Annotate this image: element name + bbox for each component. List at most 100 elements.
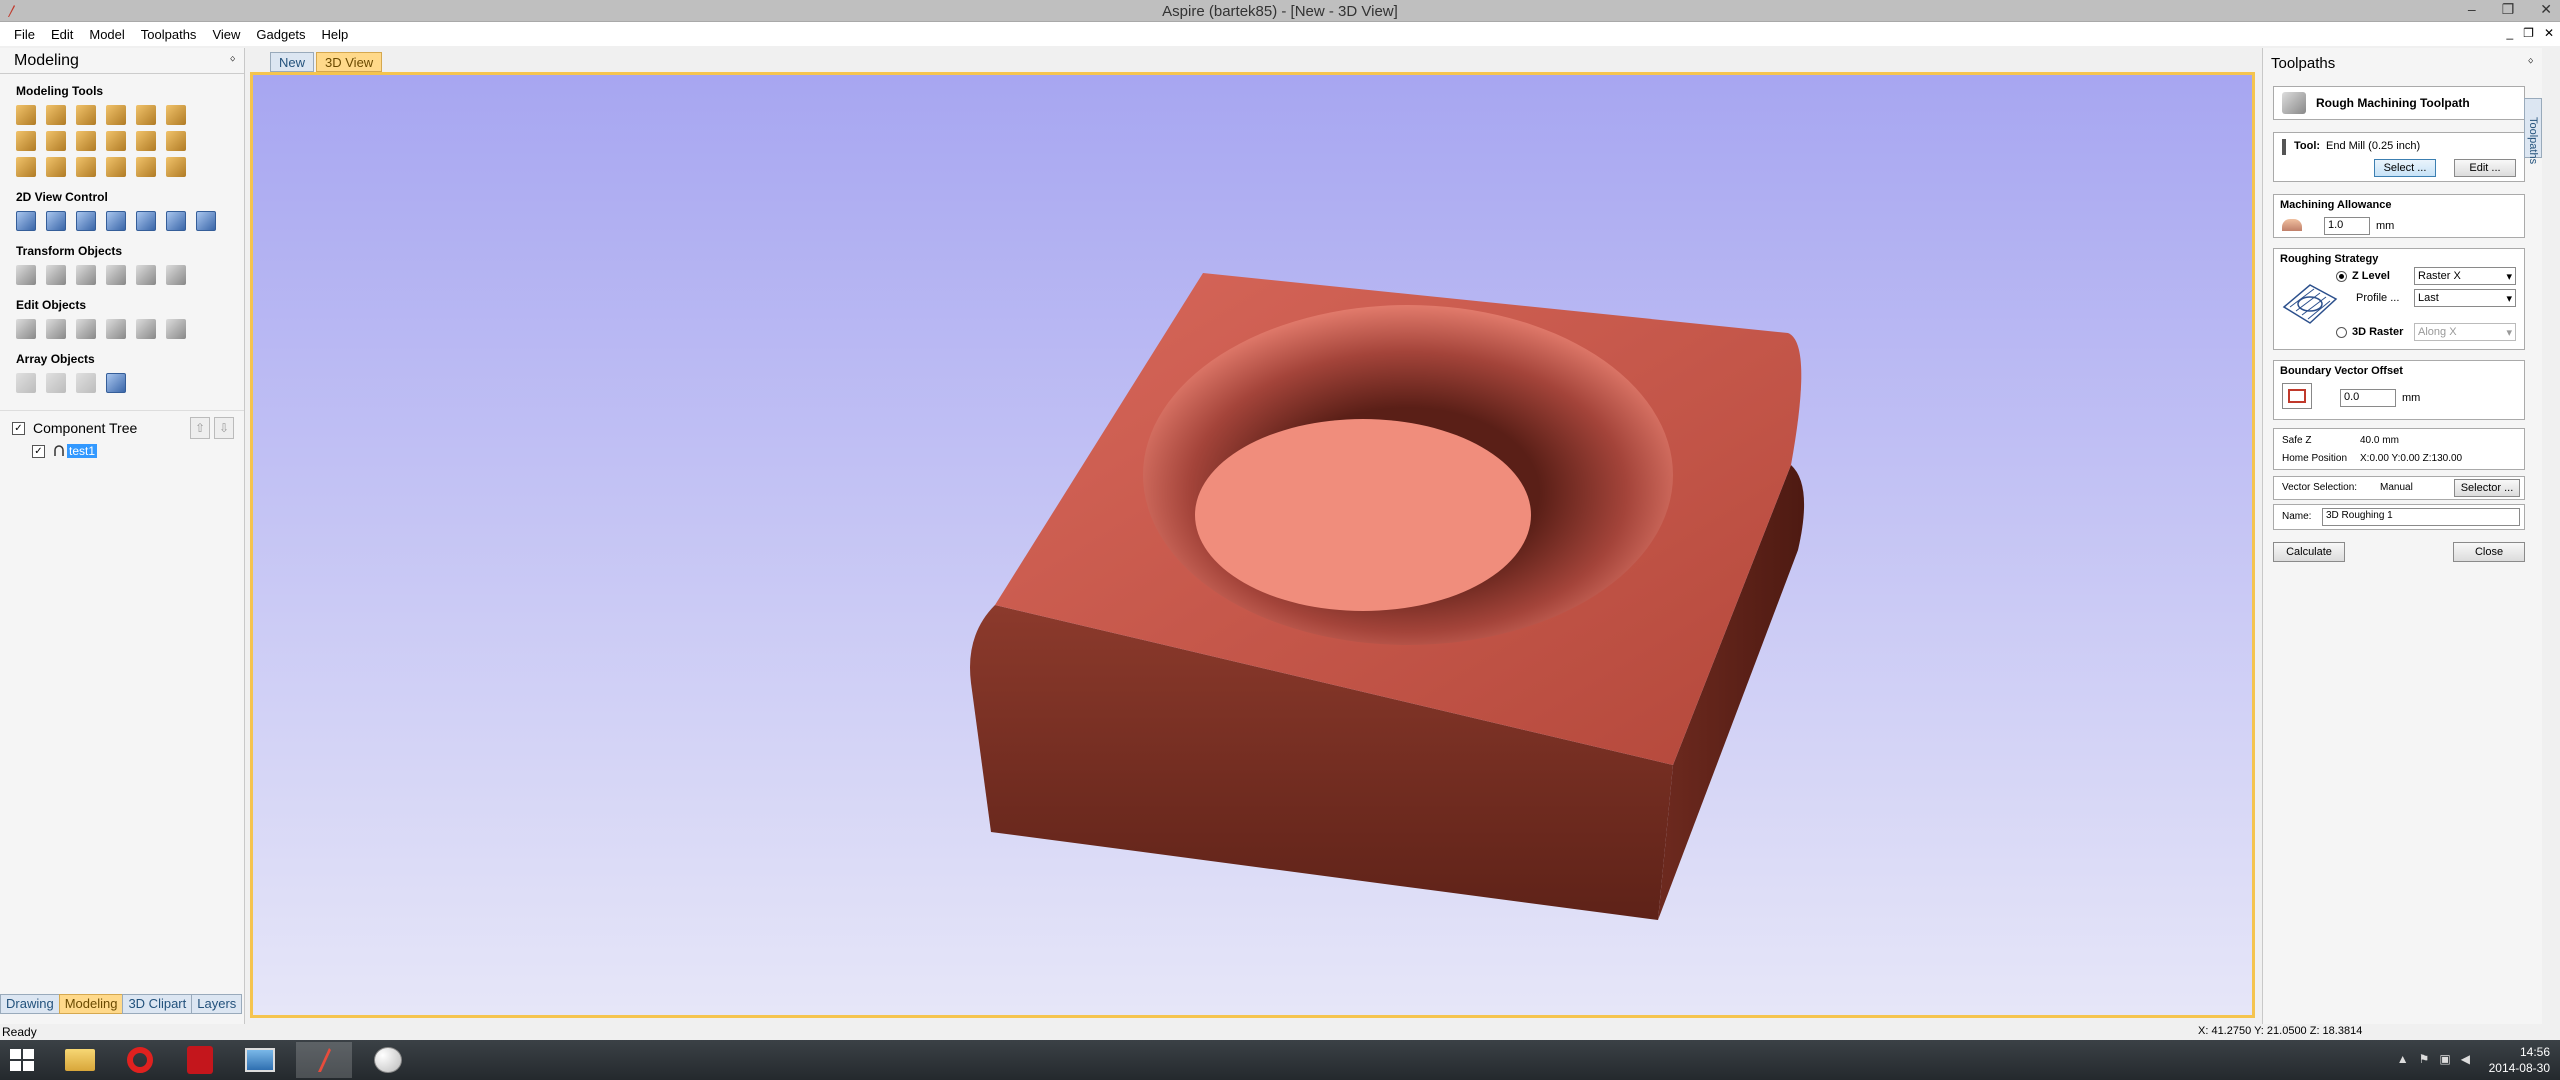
select-tool-button[interactable]: Select ... [2374, 159, 2436, 177]
shape-editor-icon[interactable] [16, 105, 36, 125]
aspire-taskbar-icon[interactable] [296, 1042, 352, 1078]
toolpaths-panel-title: Toolpaths [2271, 54, 2336, 72]
allowance-input[interactable]: 1.0 [2324, 217, 2370, 235]
nesting-icon[interactable] [106, 373, 126, 393]
bake-icon[interactable] [166, 131, 186, 151]
weld-icon[interactable] [136, 131, 156, 151]
mdi-minimize-button[interactable]: _ [2506, 26, 2513, 40]
wrench-icon[interactable] [16, 157, 36, 177]
mdi-close-button[interactable]: ✕ [2544, 26, 2554, 40]
toggle-view-icon[interactable] [196, 211, 216, 231]
measure-icon[interactable] [166, 319, 186, 339]
center-icon[interactable] [166, 265, 186, 285]
windows-start-icon[interactable] [10, 1049, 34, 1071]
component-tree-item[interactable]: ✓ test1 [0, 441, 244, 461]
home-position-value: X:0.00 Y:0.00 Z:130.00 [2360, 453, 2463, 464]
pin-icon[interactable]: ᛜ [229, 54, 236, 66]
mirror-icon[interactable] [106, 265, 126, 285]
tab-layers[interactable]: Layers [191, 994, 243, 1014]
align-icon[interactable] [136, 265, 156, 285]
volume-icon[interactable]: ◀ [2461, 1052, 2470, 1066]
transform-select-icon[interactable] [76, 319, 96, 339]
move-down-icon[interactable]: ⇩ [214, 417, 234, 439]
smooth-icon[interactable] [106, 157, 126, 177]
flatten-icon[interactable] [136, 157, 156, 177]
merge-icon[interactable] [136, 105, 156, 125]
acrobat-icon[interactable] [172, 1042, 228, 1078]
file-explorer-icon[interactable] [52, 1042, 108, 1078]
menu-gadgets[interactable]: Gadgets [248, 27, 313, 42]
3d-viewport[interactable] [250, 72, 2255, 1018]
layout-view-icon[interactable] [166, 211, 186, 231]
component-name[interactable]: test1 [67, 444, 98, 458]
move-icon[interactable] [16, 265, 36, 285]
tab-3d-view[interactable]: 3D View [316, 52, 383, 72]
move-component-icon[interactable] [106, 131, 126, 151]
calculate-button[interactable]: Calculate [2273, 542, 2345, 562]
boundary-offset-unit: mm [2402, 392, 2421, 404]
name-input[interactable]: 3D Roughing 1 [2322, 508, 2520, 526]
rotate-icon[interactable] [76, 265, 96, 285]
paint-icon[interactable] [360, 1042, 416, 1078]
z-level-select[interactable]: Raster X ▾ [2414, 267, 2516, 285]
zoom-icon[interactable] [46, 211, 66, 231]
group-icon[interactable] [106, 319, 126, 339]
menu-toolpaths[interactable]: Toolpaths [133, 27, 205, 42]
toolpaths-side-tab[interactable]: Toolpaths [2524, 98, 2542, 164]
texture-icon[interactable] [166, 105, 186, 125]
pin-icon[interactable]: ᛜ [2527, 56, 2534, 68]
menu-model[interactable]: Model [81, 27, 132, 42]
profile-select[interactable]: Last ▾ [2414, 289, 2516, 307]
move-up-icon[interactable]: ⇧ [190, 417, 210, 439]
create-sweep-icon[interactable] [46, 105, 66, 125]
shape-icon[interactable] [166, 157, 186, 177]
tilt-icon[interactable] [46, 131, 66, 151]
photo-viewer-icon[interactable] [232, 1042, 288, 1078]
menu-help[interactable]: Help [314, 27, 357, 42]
boundary-offset-input[interactable]: 0.0 [2340, 389, 2396, 407]
component-tree-checkbox[interactable]: ✓ [12, 421, 25, 435]
network-icon[interactable]: ▣ [2439, 1052, 2450, 1066]
select-icon[interactable] [16, 319, 36, 339]
close-window-button[interactable]: ✕ [2540, 1, 2552, 18]
tab-modeling[interactable]: Modeling [58, 994, 124, 1014]
opera-icon[interactable] [112, 1042, 168, 1078]
node-edit-icon[interactable] [46, 319, 66, 339]
toolpaths-panel: Toolpaths ᛜ Rough Machining Toolpath Too… [2262, 48, 2542, 1028]
show-hidden-icons-icon[interactable]: ▲ [2397, 1052, 2409, 1066]
close-button[interactable]: Close [2453, 542, 2525, 562]
selector-button[interactable]: Selector ... [2454, 479, 2520, 497]
vector-selection-label: Vector Selection: [2282, 482, 2358, 493]
3d-raster-radio[interactable] [2336, 327, 2347, 338]
restore-button[interactable]: ❐ [2502, 1, 2515, 18]
extrude-icon[interactable] [76, 105, 96, 125]
slice-icon[interactable] [46, 157, 66, 177]
scale-icon[interactable] [46, 265, 66, 285]
distort-icon[interactable] [76, 131, 96, 151]
clock-date: 2014-08-30 [2488, 1061, 2550, 1075]
zoom-extents-icon[interactable] [76, 211, 96, 231]
tab-3d-clipart[interactable]: 3D Clipart [122, 994, 193, 1014]
split-view-icon[interactable] [136, 211, 156, 231]
clock-time: 14:56 [2519, 1045, 2550, 1059]
minimize-button[interactable]: – [2468, 1, 2476, 18]
edit-tool-button[interactable]: Edit ... [2454, 159, 2516, 177]
copy-along-vector-icon[interactable] [76, 373, 96, 393]
menu-edit[interactable]: Edit [43, 27, 81, 42]
component-visible-checkbox[interactable]: ✓ [32, 444, 45, 458]
menu-file[interactable]: File [6, 27, 43, 42]
tab-drawing[interactable]: Drawing [0, 994, 60, 1014]
boundary-offset-icon[interactable] [2282, 383, 2312, 409]
fade-icon[interactable] [16, 131, 36, 151]
sculpt-icon[interactable] [106, 105, 126, 125]
zoom-selection-icon[interactable] [106, 211, 126, 231]
flag-icon[interactable]: ⚑ [2419, 1052, 2430, 1066]
clock[interactable]: 14:56 2014-08-30 [2489, 1044, 2550, 1076]
menu-view[interactable]: View [204, 27, 248, 42]
z-level-radio[interactable] [2336, 271, 2347, 282]
pan-icon[interactable] [16, 211, 36, 231]
dome-icon[interactable] [76, 157, 96, 177]
ungroup-icon[interactable] [136, 319, 156, 339]
tab-new[interactable]: New [270, 52, 315, 72]
mdi-restore-button[interactable]: ❐ [2523, 26, 2534, 40]
